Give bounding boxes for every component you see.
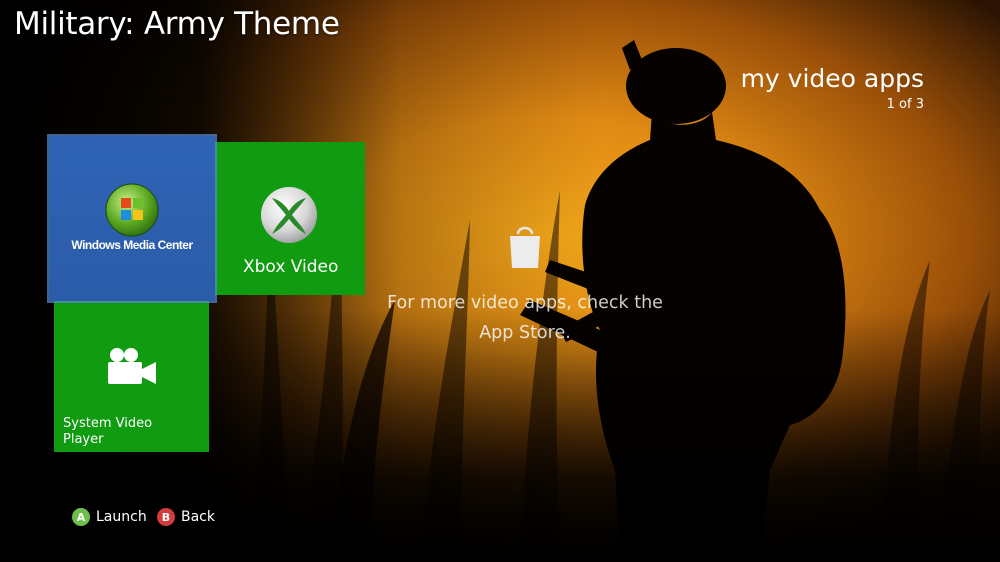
app-store-message: For more video apps, check the App Store… xyxy=(387,293,663,343)
hint-label: Launch xyxy=(96,509,147,525)
video-camera-icon xyxy=(108,348,156,384)
shopping-bag-icon xyxy=(510,226,540,268)
page-indicator: 1 of 3 xyxy=(886,97,924,112)
theme-title: Military: Army Theme xyxy=(14,6,340,42)
tile-label: Xbox Video xyxy=(243,257,339,277)
tile-xbox-video[interactable]: Xbox Video xyxy=(215,142,365,295)
b-button-icon: B xyxy=(157,508,175,526)
windows-logo-icon xyxy=(105,183,159,237)
tile-system-video-player[interactable]: System Video Player xyxy=(54,301,209,452)
hint-launch[interactable]: A Launch xyxy=(72,507,147,527)
hint-back[interactable]: B Back xyxy=(157,507,215,527)
tile-label: Windows Media Center xyxy=(71,238,193,252)
tile-label: System Video Player xyxy=(63,416,153,447)
section-title: my video apps xyxy=(740,64,924,93)
hint-label: Back xyxy=(181,509,215,525)
xbox-logo-icon xyxy=(261,187,317,243)
a-button-icon: A xyxy=(72,508,90,526)
tile-windows-media-center[interactable]: Windows Media Center xyxy=(47,134,217,303)
